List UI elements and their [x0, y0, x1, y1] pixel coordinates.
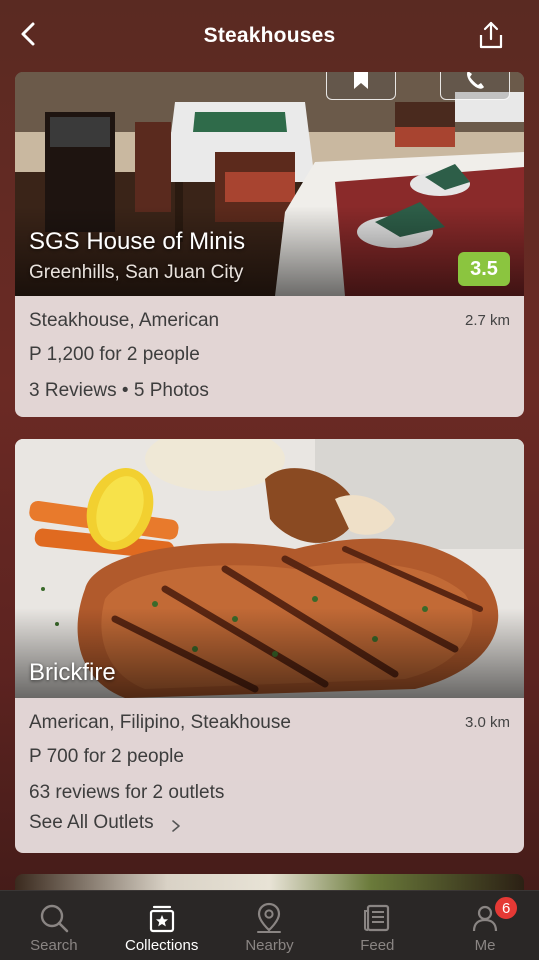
cost-for-two: P 700 for 2 people [29, 746, 184, 767]
tab-label: Nearby [245, 937, 294, 954]
restaurant-location: Greenhills, San Juan City [29, 262, 244, 283]
restaurant-name[interactable]: Brickfire [29, 659, 116, 687]
restaurant-card-partial[interactable] [15, 874, 524, 890]
cuisine: American, Filipino, Steakhouse [29, 712, 291, 733]
share-button[interactable] [475, 18, 507, 52]
rating-badge: 3.5 [458, 252, 510, 286]
back-button[interactable] [12, 18, 44, 50]
bookmark-icon [354, 72, 368, 89]
share-icon [479, 21, 503, 49]
collections-icon [149, 905, 174, 933]
page-title: Steakhouses [203, 24, 336, 47]
restaurant-details: 2.7 km Steakhouse, American P 1,200 for … [15, 296, 524, 417]
chevron-right-icon [171, 820, 180, 832]
notification-badge: 6 [493, 895, 520, 921]
search-icon [40, 904, 69, 933]
restaurant-photo[interactable]: SGS House of Minis Greenhills, San Juan … [15, 72, 524, 296]
tab-me[interactable]: Me 6 [431, 891, 539, 960]
restaurant-card[interactable]: SGS House of Minis Greenhills, San Juan … [15, 72, 524, 417]
tab-collections[interactable]: Collections [108, 891, 216, 960]
cuisine: Steakhouse, American [29, 310, 220, 331]
see-all-outlets-label: See All Outlets [29, 812, 154, 833]
chevron-left-icon [21, 22, 35, 46]
bottom-tab-bar: Search Collections Nearby Feed Me 6 [0, 890, 539, 960]
restaurant-photo[interactable]: Brickfire [15, 439, 524, 698]
bookmark-button[interactable] [326, 72, 396, 100]
distance: 3.0 km [464, 714, 510, 731]
call-button[interactable] [440, 72, 510, 100]
location-pin-icon [257, 902, 282, 933]
restaurant-details: 3.0 km American, Filipino, Steakhouse P … [15, 698, 524, 853]
top-bar: Steakhouses [0, 0, 539, 72]
tab-label: Collections [125, 937, 199, 954]
phone-icon [467, 72, 484, 89]
tab-label: Me [474, 937, 496, 954]
tab-nearby[interactable]: Nearby [216, 891, 324, 960]
reviews-photos-count[interactable]: 3 Reviews • 5 Photos [29, 380, 510, 402]
tab-label: Feed [360, 937, 395, 954]
see-all-outlets-link[interactable]: See All Outlets [29, 812, 510, 834]
tab-label: Search [30, 937, 78, 954]
reviews-outlets-count: 63 reviews for 2 outlets [29, 782, 225, 803]
restaurant-card[interactable]: Brickfire 3.0 km American, Filipino, Ste… [15, 439, 524, 853]
cost-for-two: P 1,200 for 2 people [29, 344, 200, 365]
feed-icon [364, 904, 390, 932]
distance: 2.7 km [464, 312, 510, 329]
restaurant-name[interactable]: SGS House of Minis [29, 228, 245, 256]
tab-feed[interactable]: Feed [323, 891, 431, 960]
tab-search[interactable]: Search [0, 891, 108, 960]
restaurant-list[interactable]: SGS House of Minis Greenhills, San Juan … [0, 72, 539, 890]
